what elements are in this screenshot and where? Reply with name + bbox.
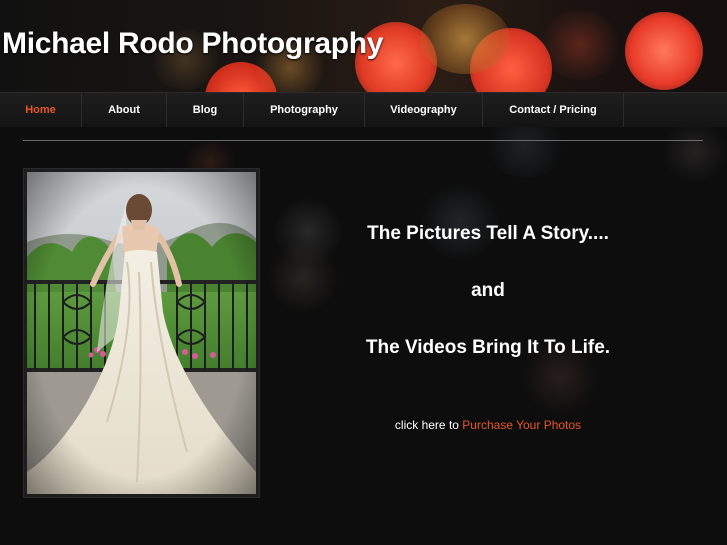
nav-home[interactable]: Home (0, 93, 82, 127)
nav-about[interactable]: About (82, 93, 167, 127)
tagline-videos: The Videos Bring It To Life. (365, 337, 611, 358)
featured-photo-frame (23, 168, 260, 498)
bokeh-light (420, 4, 510, 74)
bokeh-light (625, 12, 703, 90)
site-header: Michael Rodo Photography (0, 0, 727, 92)
nav-videography[interactable]: Videography (365, 93, 483, 127)
purchase-photos-link[interactable]: Purchase Your Photos (462, 418, 581, 432)
tagline-pictures: The Pictures Tell A Story.... (367, 223, 609, 244)
divider (23, 140, 703, 141)
tagline-and: and (471, 280, 505, 301)
background-bokeh (660, 127, 727, 182)
background-bokeh (480, 127, 570, 177)
nav-photography[interactable]: Photography (244, 93, 365, 127)
cta-prefix: click here to (394, 418, 459, 432)
main-nav: Home About Blog Photography Videography … (0, 92, 727, 128)
main-content: The Pictures Tell A Story.... and The Vi… (0, 127, 727, 545)
bokeh-light (540, 10, 620, 80)
site-title[interactable]: Michael Rodo Photography (2, 27, 383, 61)
background-bokeh (267, 242, 339, 314)
nav-blog[interactable]: Blog (167, 93, 244, 127)
purchase-cta: click here to Purchase Your Photos (320, 418, 656, 432)
background-bokeh (420, 182, 500, 262)
nav-contact-pricing[interactable]: Contact / Pricing (483, 93, 624, 127)
wedding-photo[interactable] (27, 172, 256, 494)
